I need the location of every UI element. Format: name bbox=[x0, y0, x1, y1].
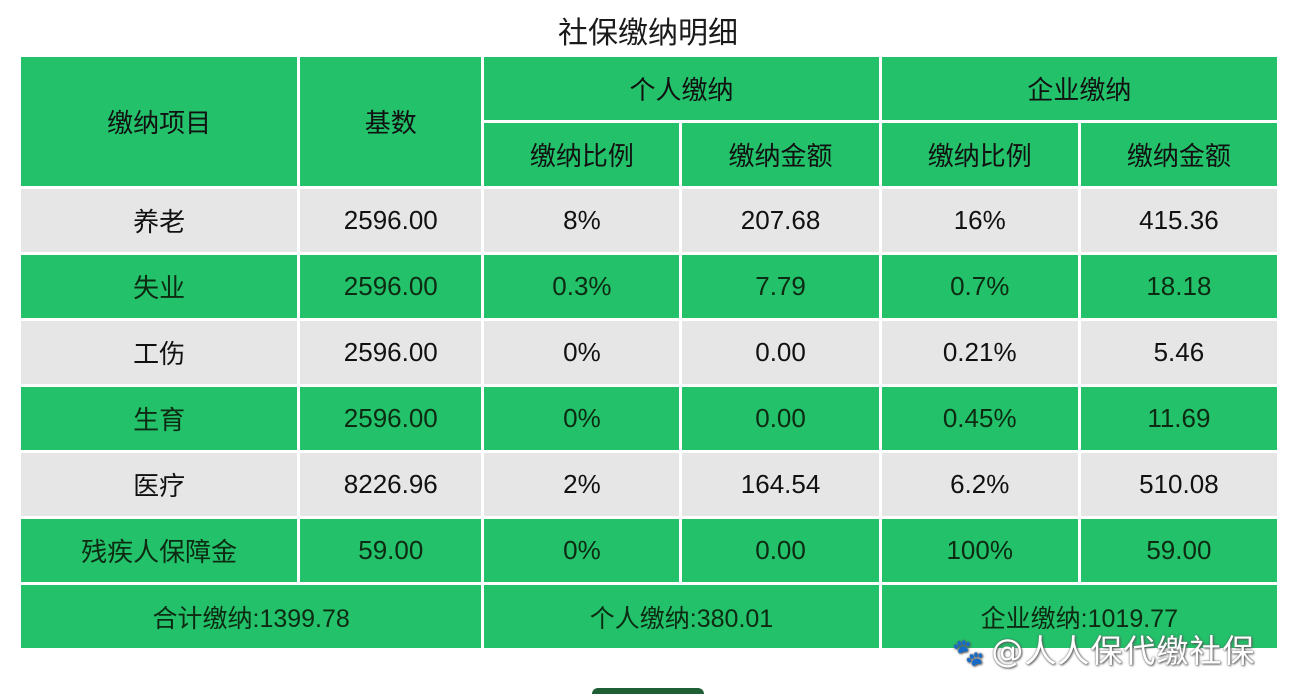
row-company-amount: 11.69 bbox=[1080, 387, 1277, 450]
row-name: 生育 bbox=[21, 387, 298, 450]
header-company-rate: 缴纳比例 bbox=[881, 123, 1078, 186]
table-row: 医疗 8226.96 2% 164.54 6.2% 510.08 bbox=[21, 453, 1277, 516]
header-base: 基数 bbox=[300, 57, 482, 186]
table-row: 工伤 2596.00 0% 0.00 0.21% 5.46 bbox=[21, 321, 1277, 384]
personal-total: 个人缴纳:380.01 bbox=[484, 585, 879, 648]
row-personal-amount: 0.00 bbox=[682, 321, 879, 384]
row-company-rate: 16% bbox=[881, 189, 1078, 252]
row-personal-rate: 0% bbox=[484, 519, 680, 582]
row-personal-rate: 2% bbox=[484, 453, 680, 516]
row-personal-amount: 0.00 bbox=[682, 519, 879, 582]
baidu-paw-icon: 🐾 bbox=[952, 638, 986, 668]
row-base: 59.00 bbox=[300, 519, 482, 582]
watermark-text: @人人保代缴社保 bbox=[991, 632, 1256, 670]
header-personal-amount: 缴纳金额 bbox=[682, 123, 879, 186]
social-insurance-table: 缴纳项目 基数 个人缴纳 企业缴纳 缴纳比例 缴纳金额 缴纳比例 缴纳金额 养老… bbox=[18, 54, 1280, 651]
table-row: 失业 2596.00 0.3% 7.79 0.7% 18.18 bbox=[21, 255, 1277, 318]
row-base: 8226.96 bbox=[300, 453, 482, 516]
row-name: 医疗 bbox=[21, 453, 298, 516]
row-company-amount: 510.08 bbox=[1080, 453, 1277, 516]
bottom-tab-handle[interactable] bbox=[592, 688, 704, 694]
header-personal-rate: 缴纳比例 bbox=[484, 123, 680, 186]
row-company-amount: 59.00 bbox=[1080, 519, 1277, 582]
row-company-rate: 0.45% bbox=[881, 387, 1078, 450]
row-name: 养老 bbox=[21, 189, 298, 252]
row-personal-amount: 164.54 bbox=[682, 453, 879, 516]
row-company-amount: 415.36 bbox=[1080, 189, 1277, 252]
row-base: 2596.00 bbox=[300, 321, 482, 384]
row-base: 2596.00 bbox=[300, 189, 482, 252]
row-company-amount: 5.46 bbox=[1080, 321, 1277, 384]
row-company-amount: 18.18 bbox=[1080, 255, 1277, 318]
row-base: 2596.00 bbox=[300, 255, 482, 318]
row-company-rate: 0.21% bbox=[881, 321, 1078, 384]
row-personal-rate: 0.3% bbox=[484, 255, 680, 318]
header-company-group: 企业缴纳 bbox=[881, 57, 1277, 120]
row-company-rate: 6.2% bbox=[881, 453, 1078, 516]
page-title: 社保缴纳明细 bbox=[558, 16, 738, 51]
row-name: 工伤 bbox=[21, 321, 298, 384]
header-item: 缴纳项目 bbox=[21, 57, 298, 186]
total-payment: 合计缴纳:1399.78 bbox=[21, 585, 482, 648]
row-personal-amount: 207.68 bbox=[682, 189, 879, 252]
row-base: 2596.00 bbox=[300, 387, 482, 450]
row-personal-rate: 0% bbox=[484, 321, 680, 384]
header-personal-group: 个人缴纳 bbox=[484, 57, 879, 120]
row-personal-amount: 7.79 bbox=[682, 255, 879, 318]
header-company-amount: 缴纳金额 bbox=[1080, 123, 1277, 186]
row-personal-rate: 0% bbox=[484, 387, 680, 450]
row-company-rate: 0.7% bbox=[881, 255, 1078, 318]
row-personal-amount: 0.00 bbox=[682, 387, 879, 450]
row-company-rate: 100% bbox=[881, 519, 1078, 582]
row-name: 失业 bbox=[21, 255, 298, 318]
row-personal-rate: 8% bbox=[484, 189, 680, 252]
row-name: 残疾人保障金 bbox=[21, 519, 298, 582]
table-row: 生育 2596.00 0% 0.00 0.45% 11.69 bbox=[21, 387, 1277, 450]
watermark: 🐾 @人人保代缴社保 bbox=[952, 626, 1255, 672]
table-row: 残疾人保障金 59.00 0% 0.00 100% 59.00 bbox=[21, 519, 1277, 582]
table-row: 养老 2596.00 8% 207.68 16% 415.36 bbox=[21, 189, 1277, 252]
